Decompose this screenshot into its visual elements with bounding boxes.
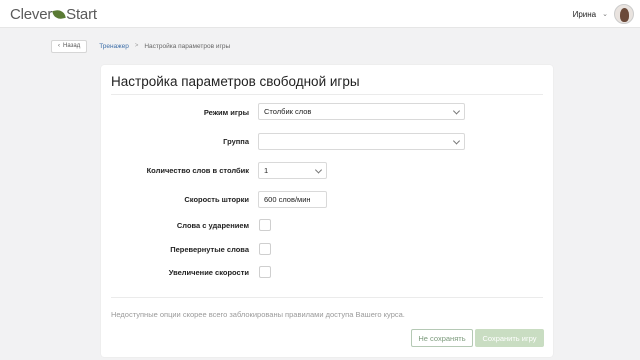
- chevron-down-icon: [452, 106, 461, 115]
- speed-value: 600 слов/мин: [264, 195, 311, 204]
- speed-label: Скорость шторки: [184, 195, 249, 204]
- leaf-icon: [52, 8, 66, 20]
- speed-input[interactable]: 600 слов/мин: [258, 191, 327, 208]
- breadcrumb-current: Настройка параметров игры: [144, 42, 231, 50]
- divider: [111, 297, 543, 298]
- chevron-down-icon: [452, 136, 461, 145]
- user-name: Ирина: [572, 9, 597, 19]
- access-note: Недоступные опции скорее всего заблокиро…: [111, 310, 405, 319]
- back-button-label: Назад: [63, 43, 81, 49]
- stress-checkbox[interactable]: [259, 219, 271, 231]
- speed-up-checkbox[interactable]: [259, 266, 271, 278]
- stress-label: Слова с ударением: [176, 221, 249, 230]
- chevron-left-icon: ‹: [58, 43, 60, 49]
- words-count-select[interactable]: 1: [258, 162, 327, 179]
- page-title: Настройка параметров свободной игры: [111, 74, 360, 89]
- avatar[interactable]: [614, 4, 634, 24]
- chevron-down-icon: ⌄: [602, 11, 608, 18]
- logo-text-left: Clever: [10, 5, 53, 23]
- group-select[interactable]: [258, 133, 465, 150]
- settings-card: Настройка параметров свободной игры Режи…: [101, 65, 553, 357]
- cancel-button[interactable]: Не сохранять: [411, 329, 473, 347]
- inverted-checkbox[interactable]: [259, 243, 271, 255]
- save-button[interactable]: Сохранить игру: [475, 329, 544, 347]
- back-button[interactable]: ‹ Назад: [51, 39, 88, 53]
- top-bar: Clever Start Ирина ⌄: [0, 0, 640, 28]
- speed-up-label: Увеличение скорости: [168, 268, 249, 277]
- breadcrumb: ‹ Назад Тренажер > Настройка параметров …: [51, 39, 231, 53]
- mode-select[interactable]: Столбик слов: [258, 103, 465, 120]
- divider: [111, 94, 543, 95]
- clever-start-logo[interactable]: Clever Start: [10, 5, 97, 23]
- words-count-label: Количество слов в столбик: [146, 166, 249, 175]
- user-menu[interactable]: Ирина ⌄: [573, 4, 634, 24]
- group-label: Группа: [223, 137, 249, 146]
- breadcrumb-separator: >: [134, 43, 139, 49]
- inverted-label: Перевернутые слова: [170, 245, 249, 254]
- breadcrumb-link-trainer[interactable]: Тренажер: [99, 43, 129, 50]
- mode-label: Режим игры: [203, 108, 249, 117]
- chevron-down-icon: [314, 165, 323, 174]
- mode-select-value: Столбик слов: [264, 107, 312, 116]
- words-count-value: 1: [264, 166, 269, 175]
- logo-text-right: Start: [66, 5, 97, 23]
